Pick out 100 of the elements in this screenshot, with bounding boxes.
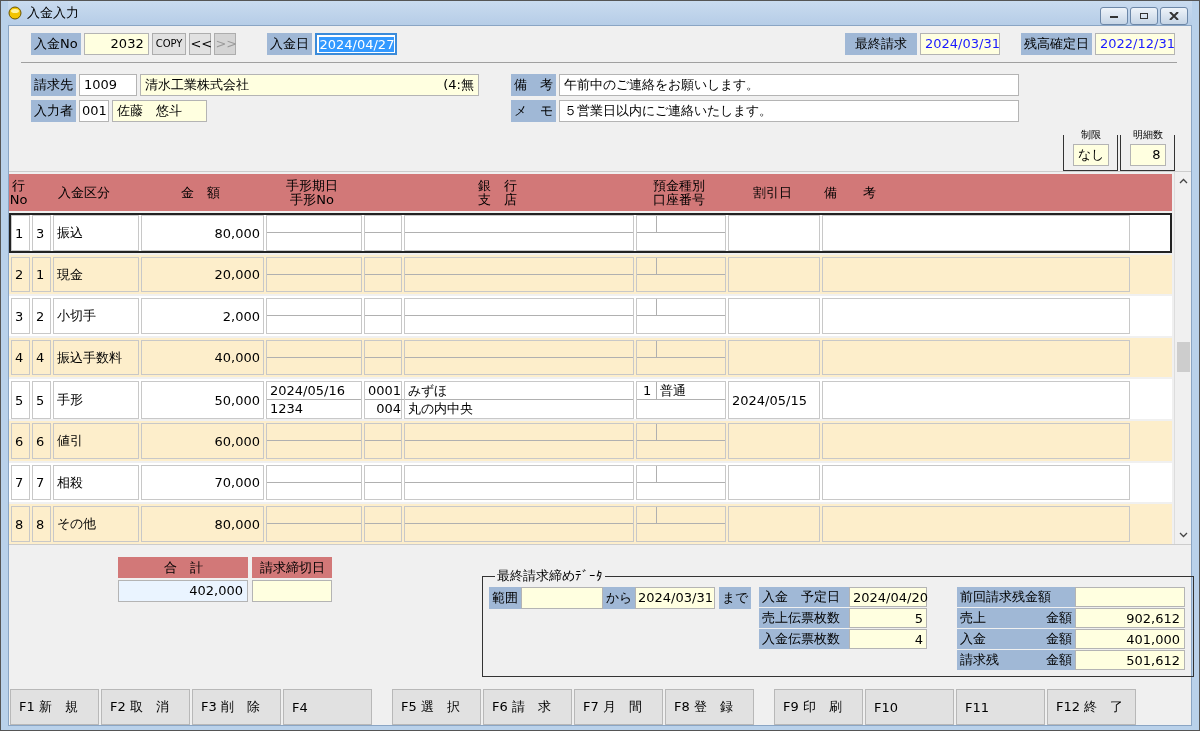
copy-button[interactable]: COPY [151,33,187,55]
type-code-cell: 8 [32,506,51,542]
row-number-cell: 2 [11,256,30,293]
value-field: 5 [849,608,927,628]
total-label: 合 計 [118,557,248,578]
closing-date-label: 請求締切日 [252,557,332,578]
function-key-button[interactable]: F1 新 規 [10,689,99,725]
column-header: 割引日 [751,183,793,202]
row-number-cell: 5 [11,381,30,420]
row-number-cell: 4 [11,339,30,376]
discount-date-cell: 2024/05/15 [728,381,820,420]
column-header: 金 額 [180,183,221,202]
field-label: から [603,587,635,609]
value-field: 401,000 [1075,629,1185,649]
amount-cell: 60,000 [141,423,264,459]
column-header: 手形期日 手形No [285,176,339,209]
field-label: 入金日 [267,33,313,55]
value-field: 4 [849,629,927,649]
group-label: 制限 [1079,129,1102,140]
function-key-button[interactable]: F8 登 録 [665,689,754,725]
field-label: 請求先 [31,74,76,96]
close-button[interactable] [1160,7,1188,25]
column-header: 備 考 [823,183,877,202]
field-label: 入力者 [31,100,76,122]
amount-cell: 20,000 [141,256,264,293]
type-code-cell: 5 [32,381,51,420]
limit-field: なし [1072,144,1109,166]
amount-cell: 50,000 [141,381,264,420]
function-key-button[interactable]: F9 印 刷 [774,689,863,725]
code-field[interactable]: 1009 [79,74,137,96]
remarks-field[interactable]: 午前中のご連絡をお願いします。 [559,74,1019,96]
date-field: 2022/12/31 [1095,33,1175,55]
field-label: 金額 [1046,651,1072,669]
date-field: 2024/03/31 [920,33,1000,55]
app-icon [8,6,22,20]
field-label: 入金 予定日 [759,587,849,607]
field-label: まで [719,587,751,609]
row-number-cell: 6 [11,423,30,459]
function-key-button[interactable]: F10 [865,689,954,725]
field-label: 残高確定日 [1021,33,1092,55]
range-from-field[interactable] [521,587,603,609]
scrollbar[interactable] [1174,172,1191,544]
field-label: 請求残 [960,651,999,669]
function-key-button[interactable]: F12 終 了 [1047,689,1136,725]
value-field: 2024/04/20 [849,587,927,607]
scroll-up-icon[interactable] [1178,178,1188,184]
function-key-button[interactable]: F7 月 間 [574,689,663,725]
type-code-cell: 1 [32,256,51,293]
function-key-button[interactable]: F2 取 消 [101,689,190,725]
memo-field[interactable]: ５営業日以内にご連絡いたします。 [559,100,1019,122]
group-title: 最終請求締めﾃﾞｰﾀ [496,567,604,585]
function-key-button[interactable]: F11 [956,689,1045,725]
field-label: 売上 [960,609,986,627]
function-key-button[interactable]: F5 選 択 [392,689,481,725]
type-code-cell: 3 [32,215,51,251]
nav-button[interactable]: << [189,33,212,55]
total-field: 402,000 [118,580,248,602]
function-key-button[interactable]: F4 [283,689,372,725]
function-key-button[interactable]: F6 請 求 [483,689,572,725]
column-header: 預金種別 口座番号 [652,176,706,209]
field-label: 範囲 [489,587,521,609]
scrollbar-thumb[interactable] [1176,342,1190,372]
payment-type-cell: 現金 [53,256,139,293]
minimize-button[interactable] [1100,7,1128,25]
payment-type-cell: 手形 [53,381,139,420]
column-header: 行 No [9,176,28,209]
field-label: 売上伝票枚数 [759,608,849,628]
field-label: 金額 [1046,630,1072,648]
closing-date-field[interactable] [252,580,332,602]
number-field[interactable]: 2032 [83,33,149,55]
field-label: 入金伝票枚数 [759,629,849,649]
amount-cell: 2,000 [141,298,264,334]
bank-code-cell: 0001 004 [364,381,402,420]
payment-type-cell: 値引 [53,423,139,459]
customer-name: 清水工業株式会社 [145,76,249,94]
amount-cell: 80,000 [141,506,264,542]
payment-type-cell: その他 [53,506,139,542]
column-header: 銀 行 支 店 [476,176,518,209]
window-title: 入金入力 [27,4,79,22]
amount-cell: 70,000 [141,464,264,501]
range-to-field[interactable]: 2024/03/31 [635,587,715,609]
column-header: 入金区分 [56,183,111,202]
bill-cell: 2024/05/16 1234 [266,381,362,420]
scroll-down-icon[interactable] [1178,532,1188,538]
row-number-cell: 8 [11,506,30,542]
minimize-icon [1109,13,1119,19]
code-field[interactable]: 001 [79,100,109,122]
field-label: 入金 [960,630,986,648]
type-code-cell: 7 [32,464,51,501]
row-number-cell: 3 [11,298,30,334]
row-number-cell: 1 [11,215,30,251]
type-code-cell: 6 [32,423,51,459]
function-key-button[interactable]: F3 削 除 [192,689,281,725]
amount-cell: 40,000 [141,339,264,376]
field-label: メ モ [511,100,556,122]
amount-cell: 80,000 [141,215,264,251]
maximize-button[interactable] [1130,7,1158,25]
count-field: 8 [1129,144,1166,166]
maximize-icon [1139,12,1149,20]
field-label: 金額 [1046,609,1072,627]
